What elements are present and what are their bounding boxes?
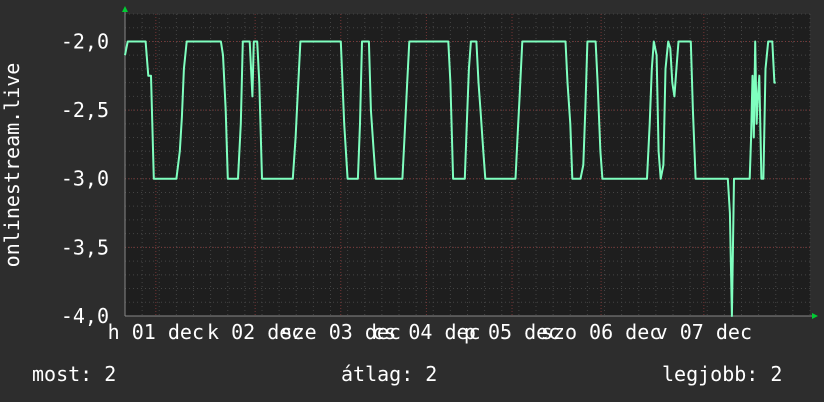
y-axis-label: onlinestream.live — [0, 63, 24, 268]
x-tick-label: szo 06 dec — [541, 320, 661, 344]
y-tick-label: -2,5 — [61, 98, 109, 122]
stat-average: átlag: 2 — [341, 362, 438, 386]
chart-panel: -2,0 -2,5 -3,0 -3,5 -4,0 h 01 dec k 02 dec sze … — [0, 0, 824, 402]
y-tick-label: -4,0 — [61, 304, 109, 328]
chart-svg: -2,0-2,5-3,0-3,5-4,0h 01 dec k 02 decsze … — [0, 6, 818, 344]
x-tick-label: h 01 dec — [108, 320, 204, 344]
x-tick-label: v 07 dec — [656, 320, 752, 344]
stat-most: most: 2 — [32, 362, 117, 386]
stat-best: legjobb: 2 — [662, 362, 783, 386]
y-axis-arrow — [122, 6, 128, 12]
x-axis-arrow — [812, 313, 818, 319]
y-tick-label: -3,5 — [61, 235, 109, 259]
y-tick-label: -3,0 — [61, 167, 109, 191]
y-tick-label: -2,0 — [61, 29, 109, 53]
